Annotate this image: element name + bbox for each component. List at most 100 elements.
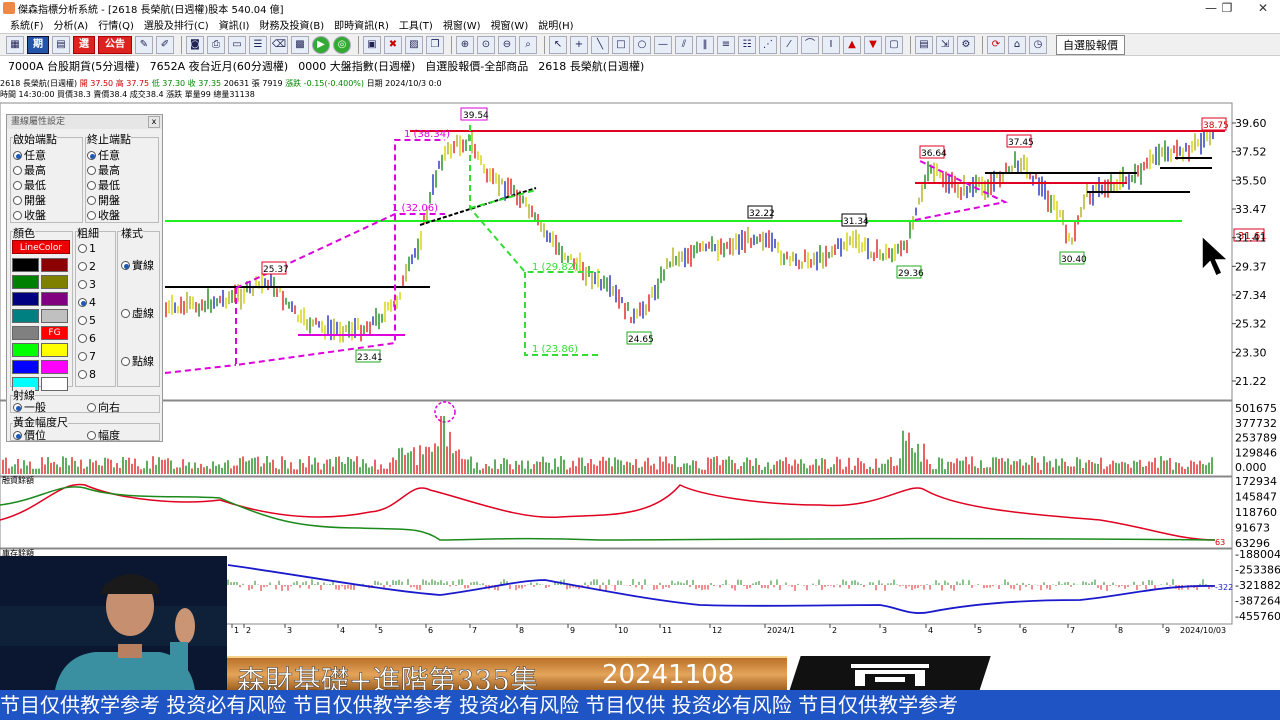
maximize-button[interactable]: ❐: [1212, 0, 1242, 16]
color-swatch[interactable]: [41, 275, 68, 289]
vlines-icon[interactable]: ‖: [696, 35, 714, 54]
refresh-icon[interactable]: ⟳: [987, 35, 1005, 54]
announcement-button[interactable]: 公告: [98, 35, 132, 54]
camera-icon[interactable]: ◙: [186, 35, 204, 54]
menu-view[interactable]: 視窗(W): [443, 17, 481, 32]
color-swatch[interactable]: [41, 377, 68, 391]
menu-finance[interactable]: 財務及投資(B): [259, 17, 324, 32]
tab-index[interactable]: 0000 大盤指數(日週權): [296, 58, 417, 74]
color-swatch[interactable]: [41, 343, 68, 357]
menu-analysis[interactable]: 分析(A): [54, 17, 89, 32]
color-swatch[interactable]: [12, 309, 39, 323]
menu-tools[interactable]: 工具(T): [399, 17, 433, 32]
table-icon[interactable]: ▤: [52, 35, 70, 54]
options-button[interactable]: 選: [73, 35, 95, 54]
rect-icon[interactable]: □: [612, 35, 630, 54]
panel-icon[interactable]: ▣: [363, 35, 381, 54]
chart-icon[interactable]: ▦: [6, 35, 24, 54]
panel-close-button[interactable]: x: [148, 116, 160, 128]
start-opt-close[interactable]: 收盤: [13, 207, 46, 223]
end-opt-high[interactable]: 最高: [87, 162, 120, 178]
arc-icon[interactable]: ⌒: [801, 35, 819, 54]
color-swatch[interactable]: [12, 292, 39, 306]
menu-system[interactable]: 系統(F): [10, 17, 44, 32]
channel-icon[interactable]: ⫽: [675, 35, 693, 54]
trash-icon[interactable]: ⌫: [270, 35, 288, 54]
pen-icon[interactable]: ✐: [156, 35, 174, 54]
start-opt-high[interactable]: 最高: [13, 162, 46, 178]
end-opt-close[interactable]: 收盤: [87, 207, 120, 223]
parallel-icon[interactable]: ⁄: [780, 35, 798, 54]
fib-b-icon[interactable]: ☷: [738, 35, 756, 54]
home-icon[interactable]: ⌂: [1008, 35, 1026, 54]
chart-settings-icon[interactable]: ⚙: [957, 35, 975, 54]
fib-icon[interactable]: ≡: [717, 35, 735, 54]
width-option[interactable]: 5: [78, 314, 96, 327]
width-option[interactable]: 1: [78, 242, 96, 255]
tab-watchlist[interactable]: 自選股報價-全部商品: [423, 58, 530, 74]
crosshair-icon[interactable]: +: [570, 35, 588, 54]
copy-icon[interactable]: ❐: [426, 35, 444, 54]
line-icon[interactable]: ╲: [591, 35, 609, 54]
start-opt-any[interactable]: 任意: [13, 147, 46, 163]
window-icon[interactable]: ▭: [228, 35, 246, 54]
color-swatch[interactable]: [41, 309, 68, 323]
text-icon[interactable]: I: [822, 35, 840, 54]
move-icon[interactable]: ⊙: [477, 35, 495, 54]
up-arrow-icon[interactable]: ▲: [843, 35, 861, 54]
width-option[interactable]: 3: [78, 278, 96, 291]
color-swatch[interactable]: [12, 343, 39, 357]
color-swatch[interactable]: [12, 258, 39, 272]
menu-info[interactable]: 資訊(I): [219, 17, 250, 32]
magnifier-icon[interactable]: ⌕: [519, 35, 537, 54]
clock-icon[interactable]: ◷: [1029, 35, 1047, 54]
edit-icon[interactable]: ✎: [135, 35, 153, 54]
watchlist-button[interactable]: 自選股報價: [1056, 34, 1125, 55]
down-arrow-icon[interactable]: ▼: [864, 35, 882, 54]
width-option[interactable]: 7: [78, 350, 96, 363]
color-swatch[interactable]: [41, 258, 68, 272]
end-opt-any[interactable]: 任意: [87, 147, 120, 163]
style-dotted[interactable]: 點線: [121, 353, 154, 369]
tab-futures[interactable]: 7000A 台股期貨(5分週權): [6, 58, 142, 74]
menu-realtime[interactable]: 即時資訊(R): [334, 17, 389, 32]
end-opt-low[interactable]: 最低: [87, 177, 120, 193]
delete-icon[interactable]: ✖: [384, 35, 402, 54]
circle-icon[interactable]: ○: [633, 35, 651, 54]
color-swatch[interactable]: [41, 360, 68, 374]
ray-normal[interactable]: 一般: [13, 399, 46, 415]
play-icon[interactable]: ▶: [312, 35, 330, 54]
menu-quote[interactable]: 行情(Q): [98, 17, 134, 32]
width-option[interactable]: 6: [78, 332, 96, 345]
menu-screening[interactable]: 選股及排行(C): [144, 17, 209, 32]
grid-icon[interactable]: ▩: [291, 35, 309, 54]
menu-window[interactable]: 視窗(W): [491, 17, 529, 32]
tab-2618[interactable]: 2618 長榮航(日週權): [536, 58, 646, 74]
fg-swatch[interactable]: FG: [41, 326, 68, 340]
zoom-in-icon[interactable]: ⊕: [456, 35, 474, 54]
color-swatch[interactable]: [12, 326, 39, 340]
export-icon[interactable]: ⇲: [936, 35, 954, 54]
globe-icon[interactable]: ◎: [333, 35, 351, 54]
hline-icon[interactable]: —: [654, 35, 672, 54]
ray-right[interactable]: 向右: [87, 399, 120, 415]
width-option[interactable]: 8: [78, 368, 96, 381]
line-properties-panel[interactable]: 畫線屬性設定 x 啟始端點 任意 最高 最低 開盤 收盤 終止端點 任意 最高 …: [6, 114, 163, 442]
box-icon[interactable]: ▢: [885, 35, 903, 54]
tab-night[interactable]: 7652A 夜台近月(60分週權): [148, 58, 291, 74]
gold-price[interactable]: 價位: [13, 427, 46, 443]
note-icon[interactable]: ▤: [915, 35, 933, 54]
end-opt-open[interactable]: 開盤: [87, 192, 120, 208]
color-swatch[interactable]: [12, 275, 39, 289]
zoom-out-icon[interactable]: ⊖: [498, 35, 516, 54]
gold-range[interactable]: 幅度: [87, 427, 120, 443]
style-dashed[interactable]: 虛線: [121, 305, 154, 321]
cursor-icon[interactable]: ↖: [549, 35, 567, 54]
menu-help[interactable]: 說明(H): [538, 17, 573, 32]
close-button[interactable]: ✕: [1248, 0, 1278, 16]
print-icon[interactable]: ⎙: [207, 35, 225, 54]
color-swatch[interactable]: [12, 360, 39, 374]
start-opt-low[interactable]: 最低: [13, 177, 46, 193]
width-option[interactable]: 4: [78, 296, 96, 309]
fan-icon[interactable]: ⋰: [759, 35, 777, 54]
